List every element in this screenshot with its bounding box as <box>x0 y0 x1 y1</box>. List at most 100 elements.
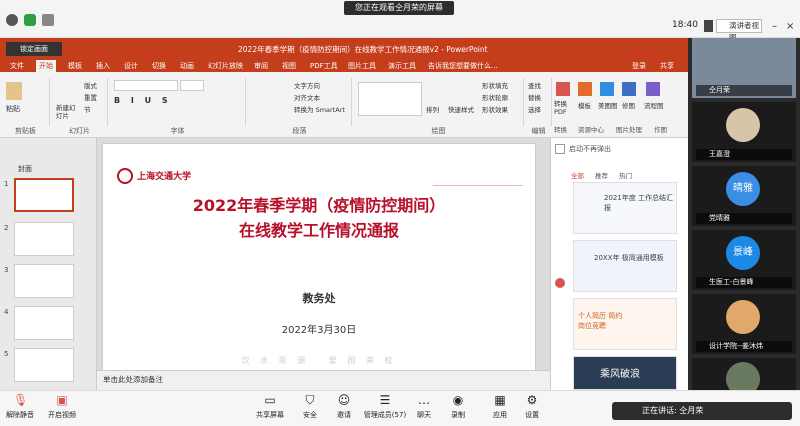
tab-design[interactable]: 设计 <box>124 61 138 71</box>
tab-review[interactable]: 审阅 <box>254 61 268 71</box>
tpl-tab-recommended[interactable]: 推荐 <box>595 170 608 180</box>
select-button[interactable]: 选择 <box>528 104 541 114</box>
section-button[interactable]: 节 <box>84 104 91 114</box>
template-card[interactable]: 2021年度 工作总结汇报 <box>573 182 677 234</box>
group-label: 段落 <box>292 127 307 135</box>
shapes-gallery[interactable] <box>358 82 422 116</box>
tell-me-search[interactable]: 告诉我您想要做什么... <box>428 61 498 71</box>
participant-name: 王嘉澄 <box>696 149 792 160</box>
minimize-icon[interactable]: – <box>772 21 777 32</box>
quick-styles-button[interactable]: 快速样式 <box>448 104 474 114</box>
flowchart-icon[interactable] <box>646 82 660 96</box>
shared-screen: 锁定画面 2022年春季学期（疫情防控期间）在线教学工作情况通报v2 - Pow… <box>0 38 688 402</box>
slide-thumbnail[interactable] <box>14 306 74 340</box>
group-paragraph: 文字方向 对齐文本 转换为 SmartArt 段落 <box>248 78 352 135</box>
tab-animation[interactable]: 动画 <box>180 61 194 71</box>
ribbon: 粘贴 剪贴板 新建幻灯片 版式 重置 节 幻灯片 B I U S 字体 文字方向… <box>0 72 688 138</box>
template-pane: 启动不再弹出 全部 推荐 热门 2021年度 工作总结汇报 20XX年 极简通用… <box>550 138 688 390</box>
slide-thumbnail[interactable] <box>14 178 74 212</box>
video-off-icon: ▣ <box>56 393 68 407</box>
template-button[interactable]: 模板 <box>578 100 591 110</box>
text-direction-button[interactable]: 文字方向 <box>294 80 320 90</box>
slide-title-line1: 2022年春季学期（疫情防控期间） <box>192 196 446 215</box>
font-name-field[interactable] <box>114 80 178 91</box>
smartart-button[interactable]: 转换为 SmartArt <box>294 104 345 114</box>
slide-thumbnail[interactable] <box>14 348 74 382</box>
record-label: 录制 <box>451 411 465 419</box>
paste-icon[interactable] <box>6 82 22 100</box>
tab-insert[interactable]: 插入 <box>96 61 110 71</box>
tab-template[interactable]: 模板 <box>68 61 82 71</box>
arrange-button[interactable]: 排列 <box>426 104 439 114</box>
beautify-button[interactable]: 美图图 <box>598 100 618 110</box>
notes-pane[interactable]: 单击此处添加备注 <box>97 370 550 390</box>
tab-transition[interactable]: 切换 <box>152 61 166 71</box>
shield-icon[interactable] <box>24 14 36 26</box>
tab-presenter-tools[interactable]: 演示工具 <box>388 61 416 71</box>
find-button[interactable]: 查找 <box>528 80 541 90</box>
participant-video[interactable] <box>692 358 796 396</box>
group-label: 幻灯片 <box>69 127 90 135</box>
beautify-icon[interactable] <box>600 82 614 96</box>
record-button[interactable]: ◉ 录制 <box>438 393 478 420</box>
chat-icon: … <box>418 393 430 407</box>
speaker-view-toggle[interactable]: 演讲者视图 <box>716 19 762 42</box>
retouch-icon[interactable] <box>622 82 636 96</box>
shape-fill-button[interactable]: 形状填充 <box>482 80 508 90</box>
unmute-button[interactable]: 🎙 解除静音 <box>0 393 40 420</box>
info-icon[interactable] <box>6 14 18 26</box>
slide-thumbnail[interactable] <box>14 222 74 256</box>
share-link[interactable]: 共享 <box>660 61 674 71</box>
building-outline <box>433 174 523 186</box>
new-slide-button[interactable]: 新建幻灯片 <box>56 104 80 120</box>
flowchart-button[interactable]: 流程图 <box>644 100 664 110</box>
slide-date: 2022年3月30日 <box>281 325 357 336</box>
manage-members-button[interactable]: ☰ 管理成员(57) <box>360 393 410 420</box>
convert-pdf-button[interactable]: 转换PDF <box>554 100 574 116</box>
shape-effects-button[interactable]: 形状效果 <box>482 104 508 114</box>
template-card[interactable]: 个人简历 简约岗位竞聘 <box>573 298 677 350</box>
startup-checkbox[interactable] <box>555 144 565 154</box>
close-icon[interactable]: × <box>786 21 794 32</box>
settings-button[interactable]: ⚙ 设置 <box>512 393 552 420</box>
slide-canvas[interactable]: 上海交通大学 2022年春季学期（疫情防控期间） 在线教学工作情况通报 教务处 … <box>103 144 535 388</box>
participant-video[interactable]: 设计学院--姜沐炜 <box>692 294 796 354</box>
font-format-buttons[interactable]: B I U S <box>114 96 172 105</box>
record-icon: ◉ <box>452 393 464 407</box>
slide-thumbnail[interactable] <box>14 264 74 298</box>
tab-pdf[interactable]: PDF工具 <box>310 61 338 71</box>
retouch-button[interactable]: 修图 <box>622 100 635 110</box>
template-card[interactable]: 20XX年 极简通用模板 <box>573 240 677 292</box>
template-card[interactable]: 乘风破浪 <box>573 356 677 390</box>
share-screen-button[interactable]: ▭ 共享屏幕 <box>250 393 290 420</box>
login-link[interactable]: 登录 <box>632 61 646 71</box>
tab-slideshow[interactable]: 幻灯片放映 <box>208 61 243 71</box>
slide-editor: 上海交通大学 2022年春季学期（疫情防控期间） 在线教学工作情况通报 教务处 … <box>97 138 550 390</box>
template-title: 20XX年 极简通用模板 <box>594 254 664 262</box>
participant-video[interactable]: 王嘉澄 <box>692 102 796 162</box>
font-size-field[interactable] <box>180 80 204 91</box>
section-label: 封面 <box>18 165 32 173</box>
paste-button[interactable]: 粘贴 <box>6 104 20 114</box>
participant-video[interactable]: 景峰 生医工-白景峰 <box>692 230 796 290</box>
lock-screen-button[interactable]: 锁定画面 <box>6 42 62 56</box>
template-icon[interactable] <box>578 82 592 96</box>
start-video-button[interactable]: ▣ 开启视频 <box>42 393 82 420</box>
tab-view[interactable]: 视图 <box>282 61 296 71</box>
tpl-tab-all[interactable]: 全部 <box>571 170 584 180</box>
layout-button[interactable]: 版式 <box>84 80 97 90</box>
invite-button[interactable]: ☺ 邀请 <box>324 393 364 420</box>
shape-outline-button[interactable]: 形状轮廓 <box>482 92 508 102</box>
tab-picture-tools[interactable]: 图片工具 <box>348 61 376 71</box>
replace-button[interactable]: 替换 <box>528 92 541 102</box>
tab-home[interactable]: 开始 <box>36 60 56 72</box>
tab-file[interactable]: 文件 <box>10 61 24 71</box>
align-text-button[interactable]: 对齐文本 <box>294 92 320 102</box>
tpl-tab-hot[interactable]: 热门 <box>619 170 632 180</box>
reset-button[interactable]: 重置 <box>84 92 97 102</box>
tool-icon[interactable] <box>555 278 565 288</box>
participant-video[interactable]: 晴雅 党晴雅 <box>692 166 796 226</box>
participant-video[interactable]: 仝月荣 <box>692 38 796 98</box>
convert-pdf-icon[interactable] <box>556 82 570 96</box>
group-label: 图片处理 <box>616 126 642 134</box>
